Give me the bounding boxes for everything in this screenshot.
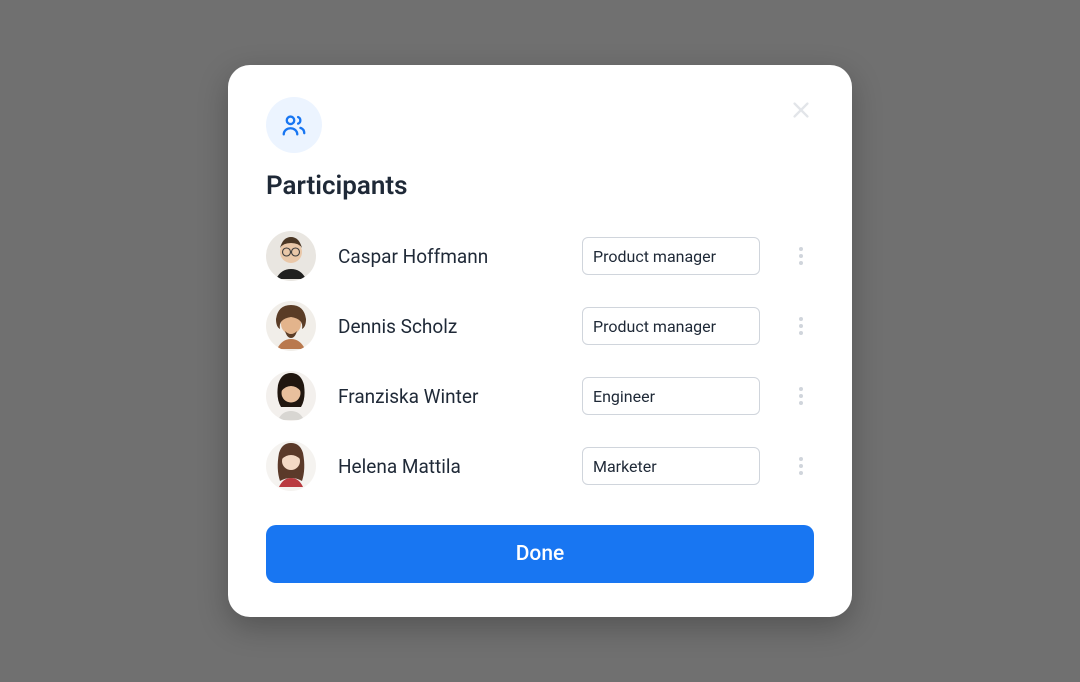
row-menu-button[interactable] xyxy=(788,312,814,340)
kebab-icon xyxy=(792,386,810,406)
role-input[interactable] xyxy=(582,377,760,415)
kebab-icon xyxy=(792,316,810,336)
row-menu-button[interactable] xyxy=(788,382,814,410)
participant-name: Dennis Scholz xyxy=(338,315,582,338)
people-icon xyxy=(280,111,308,139)
participant-name: Helena Mattila xyxy=(338,455,582,478)
participant-row: Dennis Scholz xyxy=(266,301,814,351)
participant-row: Helena Mattila xyxy=(266,441,814,491)
row-menu-button[interactable] xyxy=(788,242,814,270)
avatar xyxy=(266,441,316,491)
modal-title: Participants xyxy=(266,171,814,201)
kebab-icon xyxy=(792,456,810,476)
participants-list: Caspar Hoffmann Dennis Scholz xyxy=(266,231,814,491)
participant-name: Caspar Hoffmann xyxy=(338,245,582,268)
participants-modal: Participants Caspar Hoffmann xyxy=(228,65,852,617)
role-input[interactable] xyxy=(582,447,760,485)
modal-header xyxy=(266,97,814,153)
participant-name: Franziska Winter xyxy=(338,385,582,408)
kebab-icon xyxy=(792,246,810,266)
avatar xyxy=(266,301,316,351)
done-button[interactable]: Done xyxy=(266,525,814,583)
row-menu-button[interactable] xyxy=(788,452,814,480)
role-input[interactable] xyxy=(582,307,760,345)
participant-row: Franziska Winter xyxy=(266,371,814,421)
participant-row: Caspar Hoffmann xyxy=(266,231,814,281)
avatar xyxy=(266,231,316,281)
avatar xyxy=(266,371,316,421)
close-icon xyxy=(790,99,812,121)
people-icon-badge xyxy=(266,97,322,153)
close-button[interactable] xyxy=(788,97,814,125)
role-input[interactable] xyxy=(582,237,760,275)
